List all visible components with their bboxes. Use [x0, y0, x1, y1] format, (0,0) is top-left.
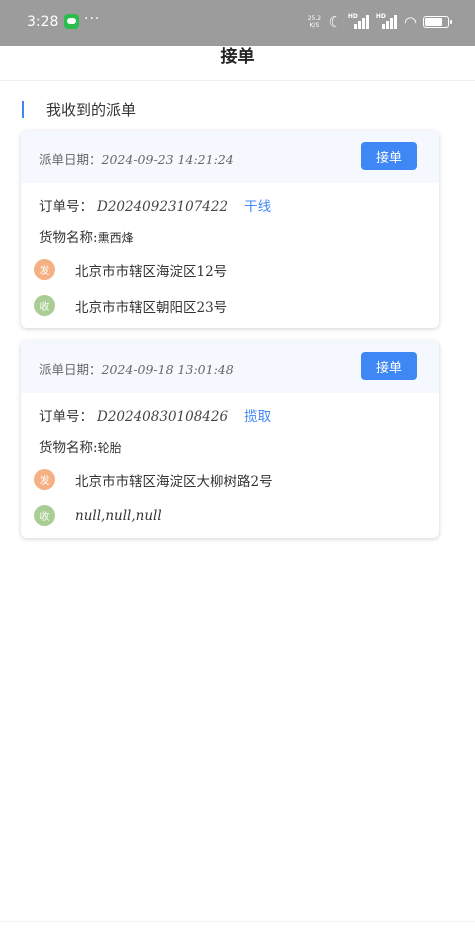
send-address: 北京市市辖区海淀区12号: [75, 263, 228, 280]
more-notifications-icon: ···: [84, 11, 101, 27]
goods-label: 货物名称:: [39, 230, 98, 246]
order-number-row: 订单号： D20240830108426 揽取: [39, 405, 271, 425]
status-time: 3:28: [27, 14, 59, 30]
goods-name: 熏西烽: [97, 231, 134, 245]
order-number-label: 订单号：: [39, 199, 93, 215]
order-type-tag: 揽取: [244, 409, 272, 425]
signal-hd-icon: HD: [376, 13, 398, 29]
goods-row: 货物名称:熏西烽: [39, 226, 134, 246]
accept-order-button[interactable]: 接单: [361, 142, 417, 170]
order-number: D20240923107422: [97, 199, 229, 215]
send-icon: 发: [34, 259, 55, 280]
order-number-label: 订单号：: [39, 409, 93, 425]
goods-name: 轮胎: [97, 441, 122, 455]
send-icon: 发: [34, 469, 55, 490]
dispatch-date: 派单日期：2024-09-18 13:01:48: [39, 362, 234, 377]
receive-address: 北京市市辖区朝阳区23号: [75, 299, 228, 316]
bottom-divider: [0, 921, 475, 922]
receive-address: null,null,null: [75, 507, 162, 524]
order-card-header: 派单日期：2024-09-23 14:21:24 接单: [21, 131, 439, 183]
receive-address-row: 收 null,null,null: [34, 505, 162, 526]
order-card: 派单日期：2024-09-23 14:21:24 接单 订单号： D2024092…: [21, 131, 439, 328]
order-card-header: 派单日期：2024-09-18 13:01:48 接单: [21, 341, 439, 393]
send-address: 北京市市辖区海淀区大柳树路2号: [75, 473, 273, 490]
order-card: 派单日期：2024-09-18 13:01:48 接单 订单号： D2024083…: [21, 341, 439, 538]
battery-icon: [423, 16, 452, 28]
signal-hd-icon: HD: [348, 13, 370, 29]
send-address-row: 发 北京市市辖区海淀区大柳树路2号: [34, 469, 273, 490]
title-bar: 接单: [0, 46, 475, 81]
receive-address-row: 收 北京市市辖区朝阳区23号: [34, 295, 227, 316]
dispatch-date: 派单日期：2024-09-23 14:21:24: [39, 152, 234, 167]
wifi-icon: ◠: [403, 13, 417, 31]
goods-row: 货物名称:轮胎: [39, 436, 122, 456]
receive-icon: 收: [34, 505, 55, 526]
order-type-tag: 干线: [244, 199, 272, 215]
send-address-row: 发 北京市市辖区海淀区12号: [34, 259, 227, 280]
status-icons: 25.2 K/S ☾ HD HD ◠: [306, 13, 452, 31]
section-title: 我收到的派单: [46, 101, 137, 119]
section-accent-bar: [22, 101, 24, 118]
order-number-row: 订单号： D20240923107422 干线: [39, 195, 271, 215]
goods-label: 货物名称:: [39, 440, 98, 456]
receive-icon: 收: [34, 295, 55, 316]
accept-order-button[interactable]: 接单: [361, 352, 417, 380]
order-number: D20240830108426: [97, 409, 229, 425]
battery-level: [425, 18, 442, 26]
wechat-icon: [64, 14, 79, 29]
status-bar: 3:28 ··· 25.2 K/S ☾ HD HD ◠: [0, 0, 475, 46]
moon-icon: ☾: [328, 13, 342, 31]
network-speed: 25.2 K/S: [307, 15, 322, 29]
page-title: 接单: [220, 47, 255, 67]
